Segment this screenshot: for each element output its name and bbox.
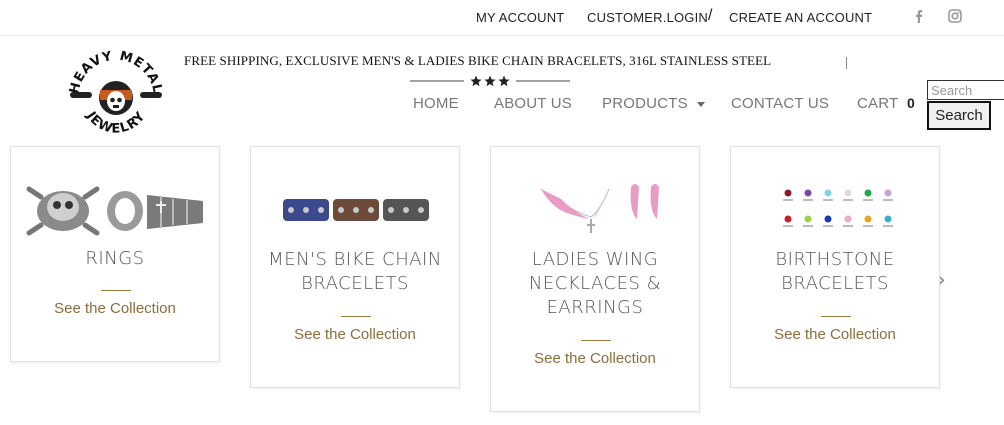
card-title: RINGS xyxy=(85,248,145,269)
header-divider xyxy=(846,57,847,69)
bike-chain-bracelet-image xyxy=(283,199,429,221)
nav-about-us[interactable]: ABOUT US xyxy=(494,95,572,112)
customer-login-link[interactable]: CUSTOMER.LOGIN xyxy=(587,10,708,25)
card-title: MEN'S BIKE CHAIN BRACELETS xyxy=(268,249,442,294)
card-separator xyxy=(821,316,851,317)
wing-necklace-image xyxy=(540,184,659,233)
instagram-icon[interactable] xyxy=(948,9,962,23)
see-collection-link[interactable]: See the Collection xyxy=(11,300,219,317)
card-separator xyxy=(581,340,611,341)
nav-cart[interactable]: CART xyxy=(857,95,898,112)
see-collection-link[interactable]: See the Collection xyxy=(251,326,459,343)
top-utility-bar: MY ACCOUNT CUSTOMER.LOGIN / CREATE AN AC… xyxy=(0,0,1004,36)
site-logo[interactable]: HEAVY METAL JEWELRY xyxy=(64,49,168,146)
see-collection-link[interactable]: See the Collection xyxy=(731,326,939,343)
chevron-down-icon xyxy=(696,101,705,107)
card-separator xyxy=(101,290,131,291)
nav-home[interactable]: HOME xyxy=(413,95,459,112)
see-collection-link[interactable]: See the Collection xyxy=(491,350,699,367)
card-title: BIRTHSTONE BRACELETS xyxy=(775,249,895,294)
card-separator xyxy=(341,316,371,317)
shipping-tagline: FREE SHIPPING, EXCLUSIVE MEN'S & LADIES … xyxy=(184,53,772,68)
card-title: LADIES WING NECKLACES & EARRINGS xyxy=(528,249,662,318)
nav-products-label: PRODUCTS xyxy=(602,95,688,112)
category-card-birthstone[interactable]: BIRTHSTONE BRACELETS See the Collection xyxy=(730,146,940,388)
category-card-mens-bike-chain[interactable]: MEN'S BIKE CHAIN BRACELETS See the Colle… xyxy=(250,146,460,388)
category-card-rings[interactable]: RINGS See the Collection xyxy=(10,146,220,362)
nav-contact-us[interactable]: CONTACT US xyxy=(731,95,829,112)
rings-product-image xyxy=(26,186,203,236)
my-account-link[interactable]: MY ACCOUNT xyxy=(476,10,564,25)
nav-products[interactable]: PRODUCTS xyxy=(602,95,705,112)
cart-count-badge: 0 xyxy=(907,95,915,111)
search-button[interactable]: Search xyxy=(927,101,991,130)
stars-divider-icon xyxy=(410,75,570,87)
birthstone-chart-image xyxy=(783,189,893,227)
facebook-icon[interactable] xyxy=(912,9,926,23)
search-input[interactable] xyxy=(927,80,1004,100)
category-card-ladies-wing[interactable]: LADIES WING NECKLACES & EARRINGS See the… xyxy=(490,146,700,412)
logo-emblem: HEAVY METAL JEWELRY xyxy=(67,49,164,137)
create-account-link[interactable]: CREATE AN ACCOUNT xyxy=(729,10,872,25)
topbar-separator: / xyxy=(708,7,713,24)
